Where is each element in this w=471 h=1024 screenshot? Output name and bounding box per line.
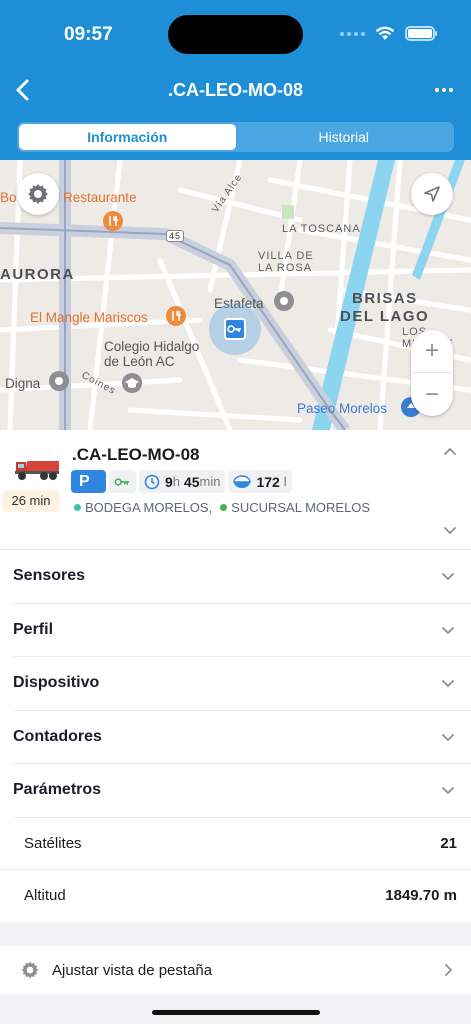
- section-contadores[interactable]: Contadores: [13, 711, 471, 764]
- fuel-chip: 172 l: [228, 470, 292, 493]
- map-label-colegio-1: Colegio Hidalgo: [104, 339, 200, 354]
- section-label: Perfil: [13, 620, 54, 638]
- parameter-label: Satélites: [24, 834, 82, 852]
- wifi-icon: [375, 26, 395, 40]
- map-label-aurora: AURORA: [0, 266, 75, 283]
- section-sensores[interactable]: Sensores: [13, 550, 471, 604]
- chevron-right-icon: [445, 964, 453, 976]
- route-shield: 45: [166, 230, 185, 242]
- section-dispositivo[interactable]: Dispositivo: [13, 657, 471, 711]
- fuel-value: 172: [256, 473, 280, 490]
- fuel-unit: l: [283, 474, 287, 489]
- map-label-del-lago: DEL LAGO: [340, 308, 430, 325]
- chevron-down-icon: [442, 680, 454, 688]
- parameter-row-altitud: Altitud 1849.70 m: [0, 870, 471, 922]
- chevron-down-icon: [442, 573, 454, 581]
- map-label-digna: Digna: [5, 376, 41, 391]
- parked-status-chip: P: [71, 470, 106, 493]
- geofence-dot-1: [74, 504, 81, 511]
- parameter-value: 1849.70 m: [385, 887, 457, 904]
- parameter-value: 21: [440, 834, 457, 852]
- school-pin-icon[interactable]: [121, 372, 143, 394]
- duration-hours: 9: [165, 473, 173, 490]
- page-title: .CA-LEO-MO-08: [168, 80, 303, 100]
- map-settings-button[interactable]: [17, 173, 59, 215]
- geofence-1: BODEGA MORELOS,: [85, 500, 213, 515]
- top-header: 09:57 .CA-LEO-MO-08 Información Historia…: [0, 0, 471, 160]
- detail-sections: Sensores Perfil Dispositivo Contadores P…: [0, 550, 471, 922]
- zoom-controls: + −: [411, 330, 453, 416]
- chevron-down-icon: [442, 626, 454, 635]
- map-view[interactable]: Bo Restaurante Vía Alce 45 LA TOSCANA VI…: [0, 160, 471, 430]
- chevron-down-icon: [442, 787, 454, 795]
- place-pin-icon[interactable]: [48, 370, 70, 392]
- elapsed-time-badge: 26 min: [2, 490, 60, 512]
- dynamic-island: [168, 15, 303, 54]
- chevron-up-icon[interactable]: [443, 445, 457, 459]
- map-label-villa-de: VILLA DE: [258, 250, 314, 262]
- section-parametros[interactable]: Parámetros: [13, 764, 471, 818]
- vehicle-status-chips: P 9h 45 min 172 l: [71, 470, 292, 493]
- duration-chip: 9h 45 min: [139, 470, 226, 493]
- more-options-icon[interactable]: [435, 88, 453, 92]
- zoom-in-button[interactable]: +: [411, 330, 453, 373]
- truck-icon: [15, 461, 59, 480]
- chevron-down-icon: [442, 733, 454, 742]
- duration-hours-unit: h: [172, 474, 181, 489]
- adjust-tab-view-row[interactable]: Ajustar vista de pestaña: [0, 946, 471, 994]
- geofence-list: BODEGA MORELOS, SUCURSAL MORELOS: [74, 500, 370, 515]
- geofence-2: SUCURSAL MORELOS: [231, 500, 371, 515]
- location-arrow-icon: [424, 186, 440, 202]
- map-label-la-rosa: LA ROSA: [258, 262, 313, 274]
- tab-segmented-control: Información Historial: [17, 122, 454, 152]
- fuel-level-icon: [233, 474, 252, 488]
- duration-minutes: 45: [183, 473, 200, 490]
- locate-me-button[interactable]: [411, 173, 453, 215]
- battery-icon: [405, 26, 437, 41]
- geofence-dot-2: [220, 504, 228, 511]
- vehicle-location-marker[interactable]: [208, 302, 262, 356]
- map-label-brisas: BRISAS: [352, 290, 418, 307]
- parameter-row-satelites: Satélites 21: [0, 818, 471, 870]
- chevron-down-icon[interactable]: [443, 523, 457, 537]
- clock-icon: [144, 474, 160, 489]
- gear-icon: [21, 961, 39, 979]
- map-label-colegio-2: de León AC: [104, 354, 175, 369]
- tab-historial[interactable]: Historial: [236, 124, 453, 150]
- adjust-tab-view-label: Ajustar vista de pestaña: [52, 961, 213, 979]
- vehicle-name: .CA-LEO-MO-08: [72, 445, 200, 464]
- section-label: Parámetros: [13, 781, 102, 799]
- cellular-signal-icon: [340, 31, 365, 36]
- tab-informacion[interactable]: Información: [19, 124, 236, 150]
- section-label: Contadores: [13, 727, 102, 745]
- duration-minutes-unit: min: [199, 474, 221, 489]
- parameter-label: Altitud: [24, 887, 66, 904]
- gear-icon: [28, 184, 48, 204]
- section-perfil[interactable]: Perfil: [13, 604, 471, 657]
- home-indicator: [152, 1010, 320, 1015]
- ignition-chip: [109, 470, 136, 493]
- status-time: 09:57: [64, 24, 113, 45]
- estafeta-pin-icon[interactable]: [273, 290, 295, 312]
- map-label-mangle: El Mangle Mariscos: [30, 310, 148, 325]
- map-label-la-toscana: LA TOSCANA: [282, 223, 361, 235]
- seafood-pin-icon[interactable]: [165, 305, 187, 327]
- map-label-bo: Bo: [0, 190, 17, 205]
- map-label-restaurante: Restaurante: [63, 190, 137, 205]
- map-label-paseo: Paseo Morelos: [297, 401, 388, 416]
- status-icons: [340, 26, 437, 41]
- key-icon: [114, 477, 130, 486]
- restaurant-pin-icon[interactable]: [102, 210, 124, 232]
- section-label: Sensores: [13, 567, 86, 585]
- section-label: Dispositivo: [13, 674, 100, 692]
- zoom-out-button[interactable]: −: [411, 373, 453, 416]
